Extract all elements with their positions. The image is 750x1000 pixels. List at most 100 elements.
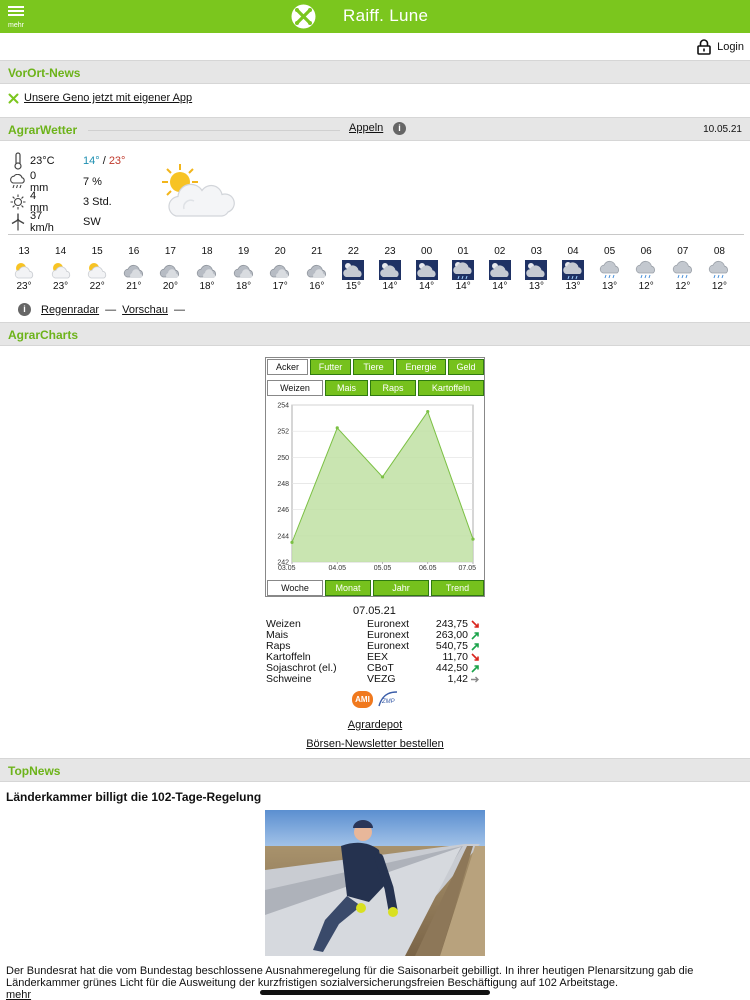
vorort-news-link[interactable]: Unsere Geno jetzt mit eigener App	[24, 92, 192, 104]
tab-trend[interactable]: Trend	[431, 580, 484, 596]
wind-direction: SW	[83, 216, 101, 228]
forecast-hour: 14 23°	[43, 246, 79, 292]
forecast-temp: 12°	[711, 281, 727, 292]
ami-logo: AMI	[352, 690, 373, 708]
cloud-icon	[233, 264, 253, 278]
forecast-hour: 22 15°	[335, 246, 371, 292]
y-tick-label: 248	[277, 481, 289, 488]
forecast-temp: 17°	[272, 281, 288, 292]
night-cloud-icon	[525, 260, 548, 280]
info-icon[interactable]: i	[393, 122, 406, 135]
home-indicator	[260, 990, 490, 995]
sun-icon	[8, 193, 28, 211]
menu-button[interactable]: mehr	[6, 4, 26, 30]
forecast-temp: 14°	[419, 281, 435, 292]
news-photo[interactable]	[265, 810, 485, 956]
rain-radar-link[interactable]: Regenradar	[41, 304, 99, 316]
topnews-headline[interactable]: Länderkammer billigt die 102-Tage-Regelu…	[6, 790, 261, 804]
tab-raps[interactable]: Raps	[370, 380, 416, 396]
forecast-hour: 08 12°	[701, 246, 737, 292]
tab-energie[interactable]: Energie	[396, 359, 446, 375]
y-tick-label: 244	[277, 533, 289, 540]
tab-acker[interactable]: Acker	[267, 359, 308, 375]
forecast-temp: 21°	[126, 281, 142, 292]
forecast-preview-link[interactable]: Vorschau	[122, 304, 168, 316]
forecast-hour-label: 20	[274, 246, 286, 257]
app-title: Raiff. Lune	[343, 6, 429, 25]
wheat-price-chart: 25425225024824624424203.05 04.05 05.05 06.0…	[277, 403, 476, 573]
y-tick-label: 252	[277, 429, 289, 436]
trend-up-icon	[471, 665, 479, 673]
forecast-temp: 13°	[602, 281, 618, 292]
forecast-temp: 16°	[309, 281, 325, 292]
x-tick-label: 05.05	[374, 565, 392, 572]
data-point	[335, 426, 339, 430]
cloud-rain-icon	[636, 260, 656, 279]
info-icon[interactable]: i	[18, 303, 31, 316]
data-point	[471, 537, 475, 541]
cloud-icon	[196, 264, 216, 278]
tab-mais[interactable]: Mais	[325, 380, 368, 396]
login-button[interactable]: Login	[697, 38, 744, 56]
temp-range: 14° / 23°	[83, 155, 125, 167]
newsletter-row: Börsen-Newsletter bestellen	[0, 738, 750, 750]
weather-divider	[8, 234, 744, 235]
night-cloud-icon	[379, 260, 401, 280]
hamburger-icon-line	[8, 14, 24, 16]
cloud-rain-icon	[672, 260, 692, 279]
tab-futter[interactable]: Futter	[310, 359, 351, 375]
cloud-icon	[270, 264, 290, 278]
forecast-hour: 01 14°	[445, 246, 481, 292]
sun-hours: 3 Std.	[83, 196, 112, 208]
x-tick-label: 06.05	[419, 565, 437, 572]
section-agrarcharts: AgrarCharts	[0, 322, 750, 346]
tab-weizen[interactable]: Weizen	[267, 380, 323, 396]
tab-woche[interactable]: Woche	[267, 580, 323, 596]
cloud-rain-icon	[599, 260, 619, 279]
tab-jahr[interactable]: Jahr	[373, 580, 429, 596]
forecast-hour-label: 03	[530, 246, 542, 257]
weather-wind-row: 37 km/h SW	[8, 210, 101, 234]
topnews-more-link[interactable]: mehr	[6, 989, 31, 1000]
newsletter-link[interactable]: Börsen-Newsletter bestellen	[306, 738, 444, 750]
rain-cloud-icon	[8, 173, 28, 191]
forecast-hour: 04 13°	[555, 246, 591, 292]
forecast-hour-label: 02	[494, 246, 506, 257]
weather-links: i Regenradar — Vorschau —	[18, 303, 185, 316]
trend-down-icon	[471, 653, 479, 661]
forecast-temp: 18°	[236, 281, 252, 292]
tab-geld[interactable]: Geld	[448, 359, 484, 375]
night-cloud-icon	[488, 260, 511, 280]
cloud-rain-icon	[709, 260, 729, 279]
forecast-temp: 14°	[455, 281, 471, 292]
forecast-hour: 03 13°	[518, 246, 554, 292]
quote-row[interactable]: Schweine VEZG 1,42	[266, 674, 486, 685]
app-header: mehr Raiff. Lune	[0, 0, 750, 33]
forecast-temp: 15°	[345, 281, 361, 292]
forecast-hour-label: 05	[604, 246, 616, 257]
weather-location-link[interactable]: Appeln	[349, 122, 383, 134]
temp-min: 14°	[83, 155, 100, 167]
trend-up-icon	[471, 643, 479, 651]
section-topnews: TopNews	[0, 758, 750, 782]
cloud-icon	[160, 264, 180, 278]
precip-probability: 7 %	[83, 176, 102, 188]
agrardepot-link[interactable]: Agrardepot	[348, 719, 402, 731]
forecast-hour-label: 21	[311, 246, 323, 257]
forecast-hour-label: 18	[201, 246, 213, 257]
raiffeisen-logo-icon	[291, 4, 316, 29]
wind-turbine-icon	[8, 213, 28, 231]
section-title-agrarwetter: AgrarWetter	[8, 123, 78, 137]
sun-cloud-icon	[51, 263, 70, 279]
tab-monat[interactable]: Monat	[325, 580, 371, 596]
data-point	[380, 475, 385, 479]
forecast-hour-label: 22	[347, 246, 359, 257]
vorort-news-item[interactable]: Unsere Geno jetzt mit eigener App	[8, 92, 192, 104]
tab-kartoffeln[interactable]: Kartoffeln	[418, 380, 484, 396]
forecast-hour: 13 23°	[6, 246, 42, 292]
section-title-agrarcharts: AgrarCharts	[8, 328, 79, 342]
forecast-hour: 19 18°	[226, 246, 262, 292]
tab-tiere[interactable]: Tiere	[353, 359, 394, 375]
quote-exchange: VEZG	[367, 673, 396, 685]
menu-label: mehr	[8, 22, 24, 29]
